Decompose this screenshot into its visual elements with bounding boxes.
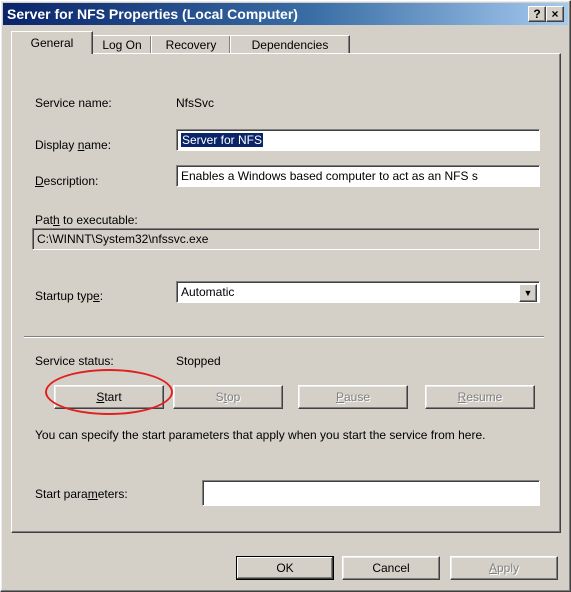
display-name-label: Display name: [35, 138, 112, 152]
path-label: Path to executable: [35, 213, 138, 227]
service-status-value: Stopped [176, 354, 221, 368]
tab-recovery[interactable]: Recovery [151, 35, 231, 54]
startup-type-value: Automatic [181, 285, 235, 299]
display-name-value: Server for NFS [181, 133, 264, 147]
ok-button[interactable]: OK [236, 556, 334, 580]
help-icon: ? [533, 7, 541, 21]
pause-button[interactable]: Pause [298, 385, 408, 409]
general-panel: Service name: NfsSvc Display name: Serve… [11, 53, 561, 533]
description-field[interactable]: Enables a Windows based computer to act … [176, 165, 540, 187]
title-bar[interactable]: Server for NFS Properties (Local Compute… [3, 3, 568, 25]
service-name-label: Service name: [35, 96, 112, 110]
close-button[interactable]: × [546, 6, 564, 22]
start-button[interactable]: Start [54, 385, 164, 409]
cancel-button[interactable]: Cancel [342, 556, 440, 580]
path-value: C:\WINNT\System32\nfssvc.exe [37, 232, 209, 246]
startup-type-label: Startup type: [35, 289, 104, 303]
properties-dialog: Server for NFS Properties (Local Compute… [0, 0, 571, 592]
service-name-value: NfsSvc [176, 96, 215, 110]
resume-button[interactable]: Resume [425, 385, 535, 409]
tab-general[interactable]: General [11, 31, 93, 54]
stop-button[interactable]: St op [173, 385, 283, 409]
tab-log-on[interactable]: Log On [92, 35, 152, 54]
startup-type-select[interactable]: Automatic ▼ [176, 281, 540, 303]
close-icon: × [551, 7, 559, 21]
dropdown-arrow-icon[interactable]: ▼ [519, 284, 537, 302]
description-value: Enables a Windows based computer to act … [181, 169, 478, 183]
apply-button[interactable]: Apply [450, 556, 558, 580]
start-params-label: Start parameters: [35, 487, 128, 501]
tab-dependencies[interactable]: Dependencies [230, 35, 350, 54]
service-status-label: Service status: [35, 354, 114, 368]
help-button[interactable]: ? [528, 6, 546, 22]
display-name-field[interactable]: Server for NFS [176, 129, 540, 151]
separator [24, 336, 544, 338]
path-field: C:\WINNT\System32\nfssvc.exe [32, 228, 540, 250]
start-params-hint: You can specify the start parameters tha… [35, 428, 486, 442]
window-title: Server for NFS Properties (Local Compute… [7, 6, 298, 22]
start-params-input[interactable] [202, 480, 540, 506]
description-label: Description: [35, 174, 99, 188]
